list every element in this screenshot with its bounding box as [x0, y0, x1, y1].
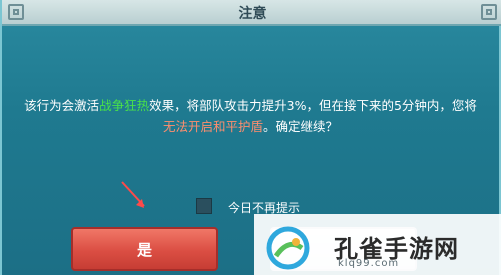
site-watermark: 孔雀手游网 klq99.com — [254, 214, 501, 275]
message-text-3: 。确定继续？ — [263, 119, 339, 134]
pointer-arrow-icon — [121, 181, 145, 208]
confirm-button-label: 是 — [136, 240, 152, 259]
dialog-title: 注意 — [238, 6, 267, 22]
dialog-title-bar: 注意 — [2, 0, 501, 26]
watermark-url: klq99.com — [338, 258, 400, 269]
message-text-1: 该行为会激活 — [24, 98, 100, 113]
message-text-2: 效果，将部队攻击力提升3%，但在接下来的5分钟内，您将 — [149, 98, 477, 113]
corner-ornament-icon — [481, 4, 497, 20]
message-highlight-shield: 无法开启和平护盾 — [162, 119, 263, 134]
dont-show-today-checkbox[interactable] — [196, 198, 212, 214]
message-highlight-war-frenzy: 战争狂热 — [99, 98, 150, 113]
dialog-message: 该行为会激活战争狂热效果，将部队攻击力提升3%，但在接下来的5分钟内，您将无法开… — [22, 95, 479, 137]
confirm-button[interactable]: 是 — [71, 227, 218, 271]
peacock-logo-icon — [266, 226, 310, 270]
